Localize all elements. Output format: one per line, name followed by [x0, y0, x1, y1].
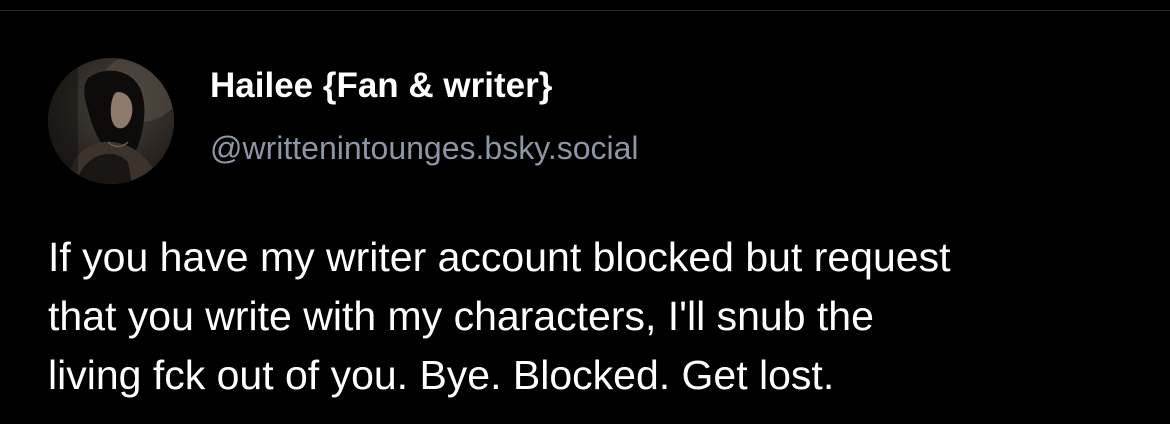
post-text-line: that you write with my characters, I'll …	[48, 293, 874, 339]
avatar[interactable]	[48, 58, 174, 184]
avatar-photo-icon	[48, 58, 174, 184]
post-text-line: If you have my writer account blocked bu…	[48, 234, 951, 280]
author-display-name[interactable]: Hailee {Fan & writer}	[210, 64, 552, 108]
post-card[interactable]: Hailee {Fan & writer} @writtenintounges.…	[0, 0, 1170, 424]
post-text-line: living fck out of you. Bye. Blocked. Get…	[48, 352, 835, 398]
author-handle[interactable]: @writtenintounges.bsky.social	[210, 127, 639, 169]
post-text: If you have my writer account blocked bu…	[48, 228, 1138, 405]
